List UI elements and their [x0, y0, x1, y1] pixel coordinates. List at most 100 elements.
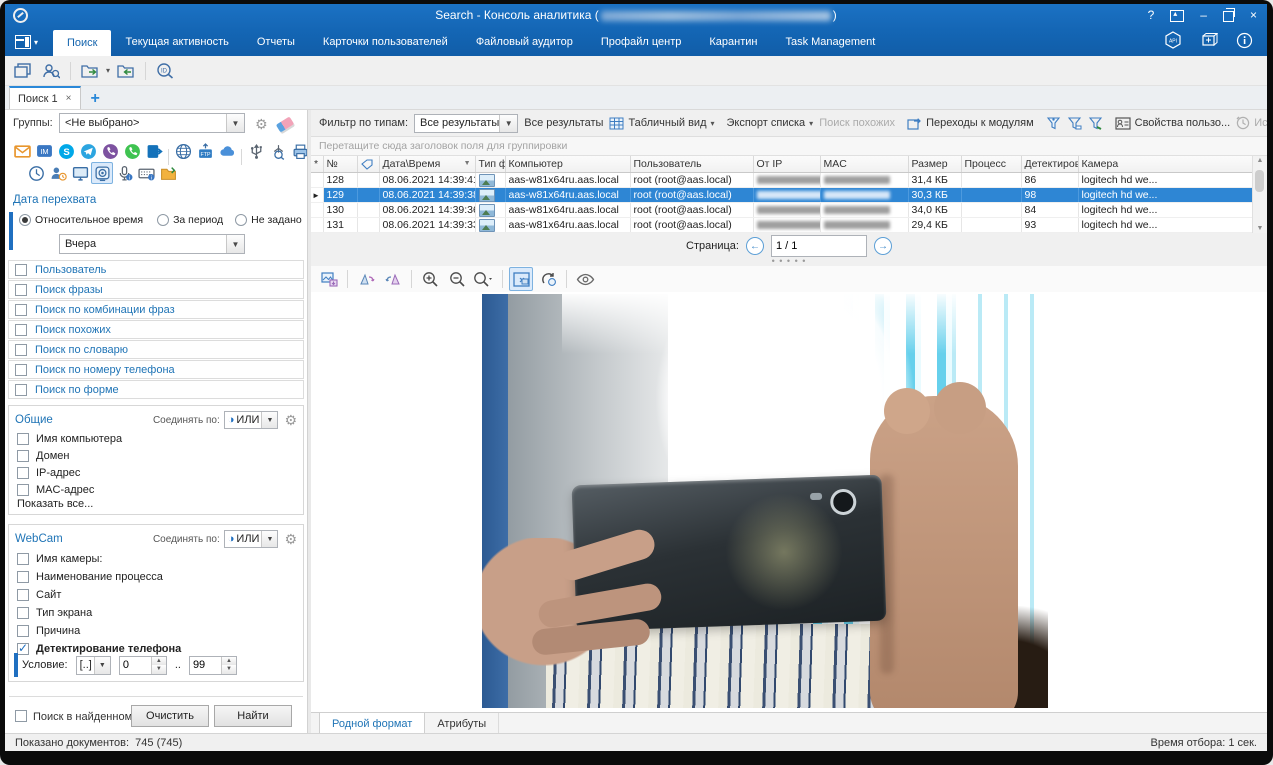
pin-window-button[interactable] — [1170, 10, 1184, 22]
clear-button[interactable]: Очистить — [131, 705, 209, 727]
table-row[interactable]: 12808.06.2021 14:39:41aas-w81x64ru.aas.l… — [311, 173, 1253, 188]
filter-type-select[interactable]: Все результаты▼ — [414, 114, 518, 133]
date-option-2[interactable]: За период — [157, 214, 223, 226]
table-row[interactable]: ►12908.06.2021 14:39:38aas-w81x64ru.aas.… — [311, 188, 1253, 203]
next-page-button[interactable]: → — [874, 237, 892, 255]
tab-attributes[interactable]: Атрибуты — [425, 713, 499, 734]
search-item-1[interactable]: Пользователь — [8, 260, 304, 279]
printer-icon[interactable] — [289, 140, 307, 162]
table-view-button[interactable]: Табличный вид▾ — [609, 117, 714, 130]
common-filter-4[interactable]: MAC-адрес — [17, 483, 94, 497]
menu-tab-7[interactable]: Карантин — [695, 28, 771, 56]
condition-operator-select[interactable]: [..]▼ — [76, 656, 111, 675]
find-button[interactable]: Найти — [214, 705, 292, 727]
add-tab-button[interactable]: + — [91, 89, 100, 109]
ftp-icon[interactable]: FTP — [194, 140, 216, 162]
scope-all-results-button[interactable]: Все результаты — [524, 117, 603, 129]
clear-groups-eraser-icon[interactable] — [276, 116, 294, 132]
groups-settings-gear-icon[interactable]: ⚙ — [255, 117, 268, 131]
rotate-left-icon[interactable] — [354, 267, 378, 291]
range-to-stepper[interactable]: ▲▼ — [189, 656, 237, 675]
column-header-5[interactable]: Тип фа — [475, 156, 505, 173]
common-settings-gear-icon[interactable]: ⚙ — [284, 413, 297, 427]
column-header-6[interactable]: Компьютер — [505, 156, 630, 173]
user-properties-button[interactable]: Свойства пользо... — [1115, 117, 1231, 130]
search-item-4[interactable]: Поиск похожих — [8, 320, 304, 339]
column-header-2[interactable]: № — [323, 156, 357, 173]
lync-icon[interactable] — [143, 140, 165, 162]
relative-period-select[interactable]: Вчера▼ — [59, 234, 245, 254]
export-search-caret[interactable]: ▾ — [106, 66, 110, 75]
export-list-button[interactable]: Экспорт списка▾ — [727, 117, 814, 129]
page-input[interactable] — [771, 235, 867, 257]
api-icon[interactable]: API — [1164, 31, 1182, 49]
webcam-filter-1[interactable]: Имя камеры: — [17, 552, 102, 566]
info-icon[interactable] — [1236, 32, 1253, 49]
http-icon[interactable] — [172, 140, 194, 162]
webcam-filter-5[interactable]: Причина — [17, 624, 80, 638]
column-header-13[interactable]: Камера — [1078, 156, 1253, 173]
close-tab-icon[interactable]: × — [66, 93, 72, 104]
keyboard-icon[interactable]: i — [135, 162, 157, 184]
search-item-3[interactable]: Поиск по комбинации фраз — [8, 300, 304, 319]
column-header-11[interactable]: Процесс — [961, 156, 1021, 173]
menu-tab-1[interactable]: Поиск — [53, 30, 111, 56]
menu-tab-6[interactable]: Профайл центр — [587, 28, 695, 56]
filter-add-funnel-icon[interactable] — [1046, 116, 1061, 130]
column-header-12[interactable]: Детектирова — [1021, 156, 1078, 173]
device-search-icon[interactable] — [267, 140, 289, 162]
windows-stack-icon[interactable] — [11, 59, 35, 83]
menu-tab-3[interactable]: Отчеты — [243, 28, 309, 56]
common-filter-1[interactable]: Имя компьютера — [17, 432, 122, 446]
rotate-right-icon[interactable] — [381, 267, 405, 291]
skype-icon[interactable]: S — [55, 140, 77, 162]
column-header-8[interactable]: От IP — [753, 156, 820, 173]
column-header-3[interactable] — [357, 156, 379, 173]
search-in-found-checkbox[interactable] — [15, 710, 27, 722]
scrollbar-thumb[interactable] — [1255, 170, 1264, 192]
main-menu-button[interactable]: ▾ — [15, 33, 45, 51]
menu-tab-5[interactable]: Файловый аудитор — [462, 28, 587, 56]
webcam-filter-4[interactable]: Тип экрана — [17, 606, 92, 620]
search-item-6[interactable]: Поиск по номеру телефона — [8, 360, 304, 379]
filter-apply-funnel-icon[interactable] — [1088, 116, 1103, 130]
refresh-view-icon[interactable] — [536, 267, 560, 291]
zoom-level-icon[interactable] — [472, 267, 496, 291]
package-icon[interactable] — [1200, 31, 1218, 49]
column-header-4[interactable]: Дата\Время — [379, 156, 475, 173]
prev-page-button[interactable]: ← — [746, 237, 764, 255]
search-item-2[interactable]: Поиск фразы — [8, 280, 304, 299]
fit-to-window-icon[interactable] — [509, 267, 533, 291]
common-filter-3[interactable]: IP-адрес — [17, 466, 80, 480]
cloud-icon[interactable] — [216, 140, 238, 162]
filter-clear-funnel-icon[interactable] — [1067, 116, 1082, 130]
save-image-icon[interactable] — [317, 267, 341, 291]
user-activity-icon[interactable] — [47, 162, 69, 184]
whatsapp-icon[interactable] — [121, 140, 143, 162]
close-button[interactable]: × — [1250, 8, 1257, 22]
webcam-icon[interactable] — [91, 162, 113, 184]
column-header-7[interactable]: Пользователь — [630, 156, 753, 173]
import-search-icon[interactable] — [114, 59, 138, 83]
microphone-icon[interactable]: i — [113, 162, 135, 184]
usb-icon[interactable] — [245, 140, 267, 162]
monitor-icon[interactable] — [69, 162, 91, 184]
date-option-1[interactable]: Относительное время — [19, 214, 143, 226]
webcam-filter-2[interactable]: Наименование процесса — [17, 570, 163, 584]
horizontal-splitter[interactable]: • • • • • — [311, 259, 1267, 266]
menu-tab-4[interactable]: Карточки пользователей — [309, 28, 462, 56]
common-filter-2[interactable]: Домен — [17, 449, 69, 463]
viber-icon[interactable] — [99, 140, 121, 162]
im-icon[interactable]: IM — [33, 140, 55, 162]
column-header-1[interactable]: * — [311, 156, 323, 173]
table-scrollbar[interactable]: ▲ ▼ — [1252, 156, 1267, 233]
telegram-icon[interactable] — [77, 140, 99, 162]
preview-eye-icon[interactable] — [573, 267, 597, 291]
date-option-3[interactable]: Не задано — [235, 214, 302, 226]
column-header-10[interactable]: Размер — [908, 156, 961, 173]
menu-tab-8[interactable]: Task Management — [771, 28, 889, 56]
export-search-icon[interactable] — [78, 59, 102, 83]
webcam-join-select[interactable]: ◑ИЛИ▼ — [224, 530, 279, 548]
restore-button[interactable] — [1223, 11, 1234, 22]
module-links-button[interactable]: Переходы к модулям — [907, 117, 1034, 130]
